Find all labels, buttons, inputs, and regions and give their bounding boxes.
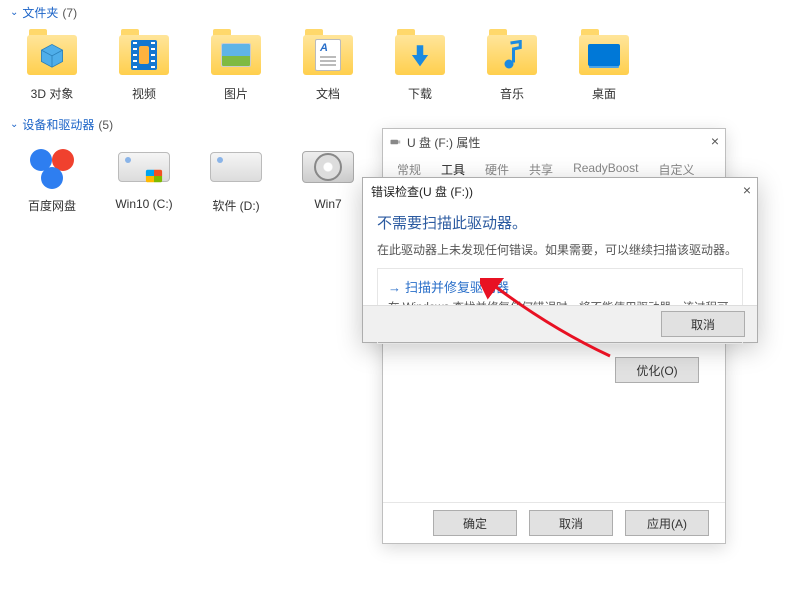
folder-desktop[interactable]: 桌面 bbox=[572, 29, 636, 102]
folder-icon bbox=[576, 29, 632, 81]
folder-pictures[interactable]: 图片 bbox=[204, 29, 268, 102]
device-label: 百度网盘 bbox=[28, 197, 76, 214]
optical-drive-icon bbox=[302, 151, 354, 183]
optimize-button[interactable]: 优化(O) bbox=[615, 357, 699, 383]
folder-icon bbox=[208, 29, 264, 81]
chevron-down-icon: ⌄ bbox=[10, 7, 18, 18]
device-win10-c[interactable]: Win10 (C:) bbox=[112, 141, 176, 214]
music-note-icon bbox=[499, 40, 525, 70]
folder-3d-objects[interactable]: 3D 对象 bbox=[20, 29, 84, 102]
drive-icon bbox=[116, 141, 172, 193]
document-icon bbox=[315, 39, 341, 71]
download-arrow-icon bbox=[407, 42, 433, 68]
usb-drive-icon bbox=[389, 136, 401, 148]
arrow-right-icon: → bbox=[388, 280, 401, 295]
device-label: 软件 (D:) bbox=[212, 197, 259, 214]
section-header-count: (5) bbox=[98, 118, 113, 132]
section-header-count: (7) bbox=[62, 6, 77, 20]
app-icon bbox=[24, 141, 80, 193]
device-win7[interactable]: Win7 bbox=[296, 141, 360, 214]
scan-link-label: 扫描并修复驱动器 bbox=[405, 280, 509, 295]
hdd-icon bbox=[118, 152, 170, 182]
error-check-title: 错误检查(U 盘 (F:)) bbox=[371, 183, 473, 200]
folder-label: 桌面 bbox=[592, 85, 616, 102]
folder-downloads[interactable]: 下载 bbox=[388, 29, 452, 102]
section-header-label: 设备和驱动器 bbox=[22, 116, 94, 133]
apply-button[interactable]: 应用(A) bbox=[625, 510, 709, 536]
chevron-down-icon: ⌄ bbox=[10, 119, 18, 130]
section-header-folders[interactable]: ⌄ 文件夹 (7) bbox=[0, 0, 796, 27]
folder-documents[interactable]: 文档 bbox=[296, 29, 360, 102]
close-icon[interactable]: × bbox=[711, 133, 719, 149]
device-baidu-netdisk[interactable]: 百度网盘 bbox=[20, 141, 84, 214]
drive-icon bbox=[208, 141, 264, 193]
drive-icon bbox=[300, 141, 356, 193]
error-check-dialog: 错误检查(U 盘 (F:)) × 不需要扫描此驱动器。 在此驱动器上未发现任何错… bbox=[362, 177, 758, 343]
device-software-d[interactable]: 软件 (D:) bbox=[204, 141, 268, 214]
scan-and-repair-link[interactable]: → 扫描并修复驱动器 bbox=[388, 277, 732, 296]
folders-grid: 3D 对象 视频 图片 文档 bbox=[0, 27, 796, 112]
folder-music[interactable]: 音乐 bbox=[480, 29, 544, 102]
folder-videos[interactable]: 视频 bbox=[112, 29, 176, 102]
error-check-titlebar[interactable]: 错误检查(U 盘 (F:)) × bbox=[363, 178, 757, 204]
folder-icon bbox=[484, 29, 540, 81]
folder-label: 文档 bbox=[316, 85, 340, 102]
folder-label: 图片 bbox=[224, 85, 248, 102]
close-icon[interactable]: × bbox=[743, 182, 751, 198]
cancel-button[interactable]: 取消 bbox=[661, 311, 745, 337]
properties-title: U 盘 (F:) 属性 bbox=[407, 134, 480, 151]
error-check-subtext: 在此驱动器上未发现任何错误。如果需要，可以继续扫描该驱动器。 bbox=[377, 241, 743, 258]
baidu-netdisk-icon bbox=[30, 145, 74, 189]
ok-button[interactable]: 确定 bbox=[433, 510, 517, 536]
properties-footer: 确定 取消 应用(A) bbox=[383, 502, 725, 543]
cube-icon bbox=[39, 42, 65, 68]
monitor-icon bbox=[588, 44, 620, 66]
folder-icon bbox=[392, 29, 448, 81]
error-check-footer: 取消 bbox=[363, 305, 757, 342]
device-label: Win7 bbox=[314, 197, 341, 211]
section-header-label: 文件夹 bbox=[22, 4, 58, 21]
error-check-heading: 不需要扫描此驱动器。 bbox=[377, 212, 743, 233]
picture-icon bbox=[221, 43, 251, 67]
properties-titlebar[interactable]: U 盘 (F:) 属性 × bbox=[383, 129, 725, 155]
filmstrip-icon bbox=[131, 40, 157, 70]
folder-icon bbox=[300, 29, 356, 81]
folder-label: 3D 对象 bbox=[31, 85, 74, 102]
folder-label: 视频 bbox=[132, 85, 156, 102]
folder-label: 音乐 bbox=[500, 85, 524, 102]
cancel-button[interactable]: 取消 bbox=[529, 510, 613, 536]
folder-icon bbox=[24, 29, 80, 81]
folder-icon bbox=[116, 29, 172, 81]
device-label: Win10 (C:) bbox=[115, 197, 172, 211]
folder-label: 下载 bbox=[408, 85, 432, 102]
hdd-icon bbox=[210, 152, 262, 182]
